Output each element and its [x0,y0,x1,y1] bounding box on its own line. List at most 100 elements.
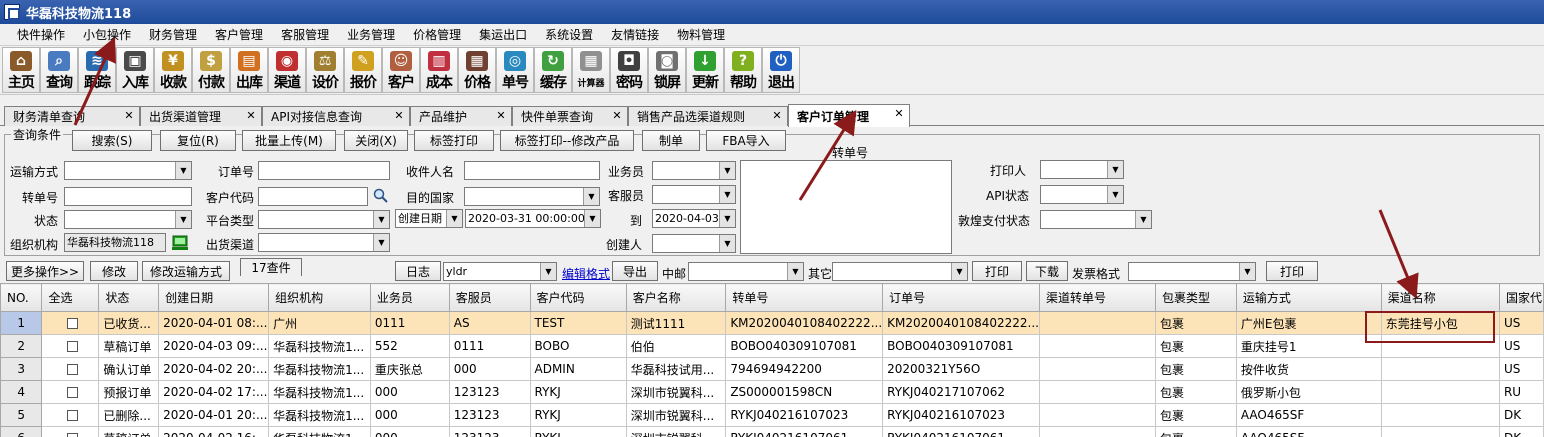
edit-format-link[interactable]: 编辑格式 [562,265,610,282]
toolbar-button-3[interactable]: ▣ 入库 [116,47,154,93]
tracking-tab[interactable]: 17查件 [240,258,302,276]
sales-select[interactable] [652,161,736,180]
column-header-14[interactable]: 渠道名称 [1380,283,1500,312]
export-button[interactable]: 导出 [612,261,658,281]
column-header-10[interactable]: 订单号 [882,283,1040,312]
menu-item-9[interactable]: 友情链接 [602,24,668,46]
table-row[interactable]: 1 已收货... 2020-04-01 08:... 广州 0111 AS TEST 测试11… [0,311,1544,335]
toolbar-button-10[interactable]: ☺ 客户 [382,47,420,93]
tab-4[interactable]: 快件单票查询 ✕ [512,106,628,126]
toolbar-button-5[interactable]: $ 付款 [192,47,230,93]
org-input[interactable]: 华磊科技物流118 [64,233,166,252]
tab-6[interactable]: 客户订单管理 ✕ [788,104,910,127]
dunhuang-pay-select[interactable] [1040,210,1152,229]
menu-item-0[interactable]: 快件操作 [8,24,74,46]
row-checkbox[interactable] [66,410,78,421]
transfer-no-input[interactable] [64,187,192,206]
creator-select[interactable] [652,234,736,253]
tab-close-icon[interactable]: ✕ [393,110,405,122]
toolbar-button-18[interactable]: ↓ 更新 [686,47,724,93]
table-cell[interactable] [41,380,100,404]
table-row[interactable]: 4 预报订单 2020-04-02 17:... 华磊科技物流1... 000 12312… [0,380,1544,404]
toolbar-button-17[interactable]: ◙ 锁屏 [648,47,686,93]
customer-code-input[interactable] [258,187,368,206]
printer-select[interactable] [1040,160,1124,179]
column-header-2[interactable]: 状态 [98,283,160,312]
query-button-5[interactable]: 标签打印--修改产品 [500,130,634,151]
tab-0[interactable]: 财务清单查询 ✕ [4,106,140,126]
menu-item-8[interactable]: 系统设置 [536,24,602,46]
row-checkbox[interactable] [66,433,78,437]
menu-item-3[interactable]: 客户管理 [206,24,272,46]
toolbar-button-8[interactable]: ⚖ 设价 [306,47,344,93]
column-header-13[interactable]: 运输方式 [1235,283,1382,312]
tab-1[interactable]: 出货渠道管理 ✕ [140,106,262,126]
table-cell[interactable] [41,403,100,427]
toolbar-button-1[interactable]: ⌕ 查询 [40,47,78,93]
toolbar-button-4[interactable]: ¥ 收款 [154,47,192,93]
dest-country-select[interactable] [464,187,600,206]
row-checkbox[interactable] [66,364,78,375]
column-header-7[interactable]: 客户代码 [529,283,627,312]
toolbar-button-0[interactable]: ⌂ 主页 [2,47,40,93]
menu-item-7[interactable]: 集运出口 [470,24,536,46]
menu-item-1[interactable]: 小包操作 [74,24,140,46]
toolbar-button-16[interactable]: ◘ 密码 [610,47,648,93]
tab-close-icon[interactable]: ✕ [123,110,135,122]
tab-close-icon[interactable]: ✕ [611,110,623,122]
table-row[interactable]: 6 草稿订单2020-04-02 16:...华磊科技物流1...00012312… [0,426,1544,437]
query-button-2[interactable]: 批量上传(M) [242,130,336,151]
cs-select[interactable] [652,185,736,204]
row-checkbox[interactable] [66,318,78,329]
api-status-select[interactable] [1040,185,1124,204]
toolbar-button-12[interactable]: ▦ 价格 [458,47,496,93]
download-button[interactable]: 下载 [1026,261,1068,281]
table-cell[interactable] [41,334,100,358]
out-channel-select[interactable] [258,233,390,252]
row-checkbox[interactable] [66,387,78,398]
table-cell[interactable] [41,426,100,437]
toolbar-button-9[interactable]: ✎ 报价 [344,47,382,93]
toolbar-button-14[interactable]: ↻ 缓存 [534,47,572,93]
column-header-3[interactable]: 创建日期 [158,283,270,312]
menu-item-2[interactable]: 财务管理 [140,24,206,46]
edit-transport-button[interactable]: 修改运输方式 [142,261,230,281]
toolbar-button-2[interactable]: ≋ 跟踪 [78,47,116,93]
date-type-select[interactable]: 创建日期 [395,209,463,228]
receiver-input[interactable] [464,161,600,180]
tab-3[interactable]: 产品维护 ✕ [410,106,512,126]
query-button-7[interactable]: FBA导入 [706,130,786,151]
column-header-1[interactable]: 全选 [41,283,100,312]
tab-close-icon[interactable]: ✕ [771,110,783,122]
column-header-11[interactable]: 渠道转单号 [1038,283,1156,312]
column-header-4[interactable]: 组织机构 [268,283,371,312]
table-row[interactable]: 5 已删除... 2020-04-01 20:... 华磊科技物流1... 000 123… [0,403,1544,427]
column-header-15[interactable]: 国家代 [1498,283,1544,312]
toolbar-button-15[interactable]: ▦ 计算器 [572,47,610,93]
toolbar-button-11[interactable]: ▥ 成本 [420,47,458,93]
table-row[interactable]: 3 确认订单 2020-04-02 20:... 华磊科技物流1... 重庆张总 000 A… [0,357,1544,381]
org-picker-icon[interactable] [170,233,190,253]
menu-item-6[interactable]: 价格管理 [404,24,470,46]
column-header-9[interactable]: 转单号 [725,283,884,312]
query-button-6[interactable]: 制单 [642,130,700,151]
column-header-5[interactable]: 业务员 [369,283,450,312]
menu-item-5[interactable]: 业务管理 [338,24,404,46]
tab-2[interactable]: API对接信息查询 ✕ [262,106,410,126]
log-button[interactable]: 日志 [395,261,441,281]
transfer-list-textarea[interactable] [740,160,952,254]
toolbar-button-19[interactable]: ? 帮助 [724,47,762,93]
tab-close-icon[interactable]: ✕ [495,110,507,122]
toolbar-button-20[interactable]: ⏻ 退出 [762,47,800,93]
toolbar-button-7[interactable]: ◉ 渠道 [268,47,306,93]
edit-button[interactable]: 修改 [90,261,138,281]
tab-5[interactable]: 销售产品选渠道规则 ✕ [628,106,788,126]
print-invoice-button[interactable]: 打印 [1266,261,1318,281]
column-header-6[interactable]: 客服员 [448,283,531,312]
more-actions-button[interactable]: 更多操作>> [6,261,84,281]
row-checkbox[interactable] [66,341,78,352]
table-cell[interactable] [41,357,100,381]
date-from-input[interactable]: 2020-03-31 00:00:00 [465,209,601,228]
query-button-4[interactable]: 标签打印 [414,130,494,151]
platform-select[interactable] [258,210,390,229]
